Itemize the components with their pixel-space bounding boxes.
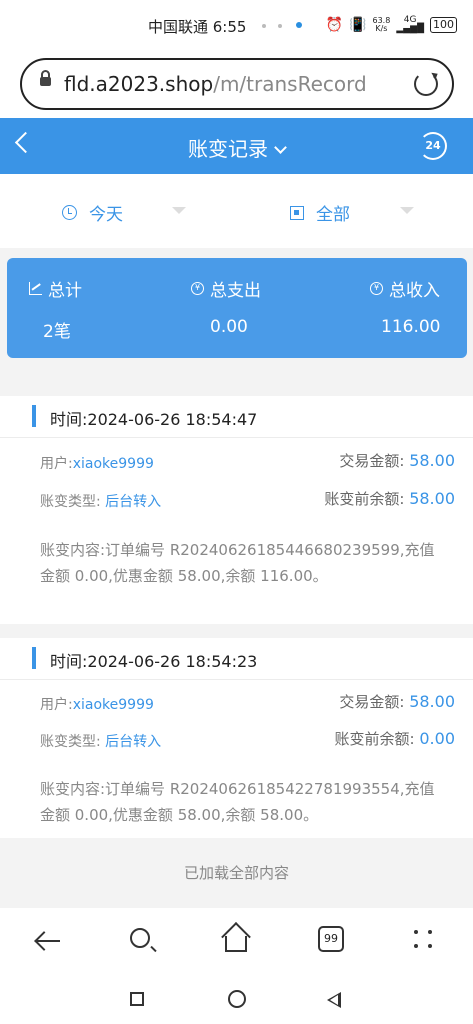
home-icon[interactable] <box>225 936 247 952</box>
expense-value: 0.00 <box>210 317 248 337</box>
record-card: 时间:2024-06-26 18:54:23 用户:xiaoke9999 交易金… <box>0 638 473 838</box>
back-icon[interactable] <box>36 940 60 942</box>
record-balance-before: 账变前余额: 58.00 <box>324 489 455 508</box>
net-speed: 63.8 K/s <box>372 16 391 33</box>
record-user: 用户:xiaoke9999 <box>40 456 154 472</box>
tabs-icon[interactable]: 99 <box>318 926 344 952</box>
recent-apps-icon[interactable] <box>130 992 144 1006</box>
total-label: 总计 <box>29 276 82 301</box>
status-icons: ⏰ 📳 63.8 K/s 4G ▂▄▆█ 100 <box>326 16 457 34</box>
battery-icon: 100 <box>430 17 457 33</box>
date-filter-label: 今天 <box>89 205 123 225</box>
page-header: 账变记录 24 <box>0 118 473 174</box>
record-balance-before-value: 58.00 <box>409 489 455 508</box>
record-type-value: 后台转入 <box>105 494 162 510</box>
type-filter-label: 全部 <box>316 205 350 225</box>
clock-icon <box>62 205 77 220</box>
chevron-down-icon <box>274 141 287 154</box>
record-content: 账变内容:订单编号 R20240626185422781993554,充值金额 … <box>40 780 435 824</box>
expense-label: ¥ 总支出 <box>191 276 261 301</box>
total-value: 2笔 <box>43 322 71 342</box>
record-header: 时间:2024-06-26 18:54:23 <box>0 638 473 680</box>
coin-icon: ¥ <box>370 282 383 295</box>
search-icon[interactable] <box>130 928 150 948</box>
lock-icon <box>40 70 51 86</box>
signal-icon: 4G ▂▄▆█ <box>396 15 424 34</box>
notification-dot <box>278 24 282 28</box>
customer-service-icon[interactable]: 24 <box>419 132 447 160</box>
page-title[interactable]: 账变记录 <box>0 133 473 162</box>
record-balance-before-value: 0.00 <box>419 729 455 748</box>
record-time: 时间:2024-06-26 18:54:23 <box>50 652 258 671</box>
address-bar[interactable]: fld.a2023.shop/m/transRecord <box>20 58 454 110</box>
type-filter[interactable]: 全部 <box>290 200 350 225</box>
chart-icon <box>29 282 42 295</box>
record-user-value: xiaoke9999 <box>72 697 154 713</box>
record-amount: 交易金额: 58.00 <box>339 451 455 470</box>
record-user: 用户:xiaoke9999 <box>40 697 154 713</box>
status-bar: 中国联通 6:55 ⏰ 📳 63.8 K/s 4G ▂▄▆█ 100 <box>0 0 473 52</box>
summary-card: 总计 2笔 ¥ 总支出 0.00 ¥ 总收入 116.00 <box>7 258 467 358</box>
url-text[interactable]: fld.a2023.shop/m/transRecord <box>64 72 367 96</box>
record-content: 账变内容:订单编号 R20240626185446680239599,充值金额 … <box>40 541 435 585</box>
record-amount-value: 58.00 <box>409 451 455 470</box>
vibrate-icon: 📳 <box>349 17 367 33</box>
caret-down-icon[interactable] <box>172 207 186 214</box>
page-title-text: 账变记录 <box>188 137 268 161</box>
record-accent-bar <box>32 647 36 669</box>
more-menu-icon[interactable] <box>414 930 434 950</box>
notification-dot <box>262 24 266 28</box>
url-host: fld.a2023.shop <box>64 72 214 96</box>
status-time: 中国联通 6:55 <box>148 18 247 36</box>
record-time: 时间:2024-06-26 18:54:47 <box>50 410 258 429</box>
record-card: 时间:2024-06-26 18:54:47 用户:xiaoke9999 交易金… <box>0 396 473 624</box>
caret-down-icon[interactable] <box>400 207 414 214</box>
record-balance-before: 账变前余额: 0.00 <box>334 729 455 748</box>
alarm-icon: ⏰ <box>325 17 344 33</box>
record-type: 账变类型: 后台转入 <box>40 494 162 510</box>
income-value: 116.00 <box>381 317 441 337</box>
system-back-icon[interactable] <box>327 992 341 1008</box>
notification-dot <box>296 22 302 28</box>
browser-bottom-bar: 99 <box>0 908 473 1024</box>
url-path: /m/transRecord <box>213 72 367 96</box>
reload-icon[interactable] <box>414 72 438 96</box>
record-header: 时间:2024-06-26 18:54:47 <box>0 396 473 438</box>
filter-bar: 今天 全部 <box>0 174 473 248</box>
list-end-text: 已加载全部内容 <box>183 864 289 882</box>
coin-icon: ¥ <box>191 282 204 295</box>
record-amount-value: 58.00 <box>409 692 455 711</box>
date-filter[interactable]: 今天 <box>62 200 123 225</box>
record-amount: 交易金额: 58.00 <box>339 692 455 711</box>
browser-toolbar: fld.a2023.shop/m/transRecord <box>0 52 473 118</box>
calendar-icon <box>290 205 304 220</box>
system-home-icon[interactable] <box>228 990 246 1008</box>
record-accent-bar <box>32 405 36 427</box>
record-user-value: xiaoke9999 <box>72 456 154 472</box>
record-type-value: 后台转入 <box>105 734 162 750</box>
record-type: 账变类型: 后台转入 <box>40 734 162 750</box>
income-label: ¥ 总收入 <box>370 276 440 301</box>
